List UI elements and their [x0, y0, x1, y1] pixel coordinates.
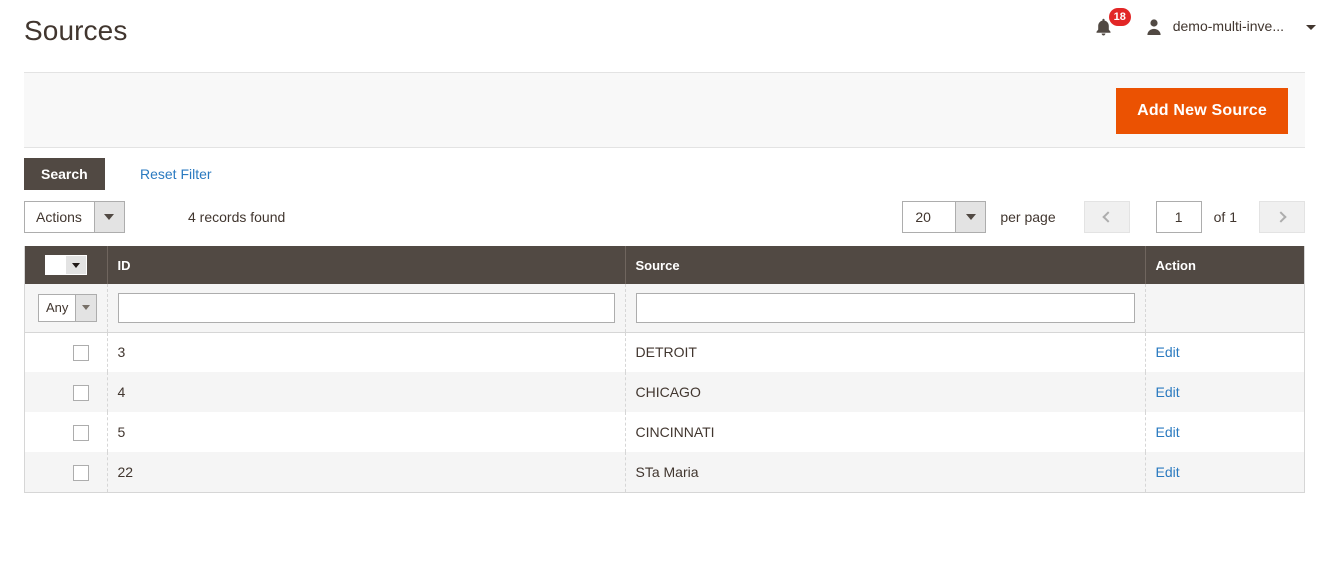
- filter-row: Any: [25, 284, 1304, 333]
- table-row[interactable]: 5 CINCINNATI Edit: [25, 412, 1304, 452]
- row-checkbox-cell: [25, 412, 108, 452]
- user-name-label: demo-multi-inve...: [1172, 18, 1284, 34]
- edit-link[interactable]: Edit: [1156, 384, 1180, 400]
- column-header-massaction: [25, 246, 108, 284]
- notification-count-badge: 18: [1108, 8, 1131, 26]
- cell-action: Edit: [1145, 372, 1304, 412]
- select-all-checkbox[interactable]: [45, 256, 66, 274]
- chevron-down-icon: [65, 256, 86, 274]
- table-header: ID Source Action: [25, 246, 1304, 284]
- per-page-label: per page: [1000, 209, 1056, 225]
- previous-page-button[interactable]: [1083, 201, 1130, 233]
- reset-filter-link[interactable]: Reset Filter: [140, 166, 212, 182]
- filter-source-input[interactable]: [635, 292, 1135, 323]
- page-number-input[interactable]: [1155, 201, 1202, 233]
- page-title: Sources: [24, 15, 128, 46]
- filter-cell-id: [107, 284, 626, 333]
- row-checkbox[interactable]: [72, 344, 89, 361]
- cell-id: 22: [107, 452, 626, 492]
- cell-id: 3: [107, 332, 626, 372]
- table-body: Any 3 DETROIT Edit 4 CHICAGO Edit 5 CINC…: [25, 284, 1304, 492]
- table-row[interactable]: 4 CHICAGO Edit: [25, 372, 1304, 412]
- pagination: 20 per page of 1: [902, 201, 1305, 233]
- cell-id: 4: [107, 372, 626, 412]
- actions-dropdown-label: Actions: [36, 209, 82, 225]
- user-menu[interactable]: demo-multi-inve...: [1141, 12, 1316, 40]
- cell-id: 5: [107, 412, 626, 452]
- edit-link[interactable]: Edit: [1156, 344, 1180, 360]
- row-checkbox-cell: [25, 332, 108, 372]
- notifications-button[interactable]: 18: [1095, 8, 1141, 40]
- chevron-right-icon: [1274, 211, 1287, 223]
- filter-cell-massaction: Any: [25, 284, 108, 333]
- per-page-value: 20: [915, 209, 931, 225]
- cell-source: CHICAGO: [625, 372, 1146, 412]
- edit-link[interactable]: Edit: [1156, 464, 1180, 480]
- chevron-down-icon: [1306, 24, 1316, 30]
- cell-action: Edit: [1145, 412, 1304, 452]
- chevron-down-icon: [75, 294, 96, 321]
- row-checkbox-cell: [25, 372, 108, 412]
- page-actions-bar: Add New Source: [24, 72, 1305, 148]
- chevron-down-icon: [93, 202, 124, 232]
- page-header: Sources 18 demo-multi-inve...: [0, 0, 1329, 72]
- header-actions: 18 demo-multi-inve...: [1095, 8, 1316, 40]
- sources-table: ID Source Action Any 3 DETROIT Edit 4 CH…: [25, 246, 1304, 492]
- column-header-action: Action: [1145, 246, 1304, 284]
- grid-toolbar: Search Reset Filter Actions 4 records fo…: [24, 148, 1305, 246]
- row-checkbox-cell: [25, 452, 108, 492]
- add-new-source-button[interactable]: Add New Source: [1116, 88, 1288, 134]
- massaction-select[interactable]: [44, 255, 87, 275]
- edit-link[interactable]: Edit: [1156, 424, 1180, 440]
- massaction-filter-dropdown[interactable]: Any: [38, 293, 97, 322]
- table-row[interactable]: 22 STa Maria Edit: [25, 452, 1304, 492]
- chevron-down-icon: [955, 202, 986, 232]
- cell-source: CINCINNATI: [625, 412, 1146, 452]
- massaction-filter-value: Any: [46, 299, 69, 315]
- row-checkbox[interactable]: [72, 464, 89, 481]
- row-checkbox[interactable]: [72, 424, 89, 441]
- cell-source: STa Maria: [625, 452, 1146, 492]
- cell-action: Edit: [1145, 452, 1304, 492]
- total-pages-label: of 1: [1213, 209, 1237, 225]
- chevron-left-icon: [1102, 211, 1114, 223]
- column-header-id[interactable]: ID: [107, 246, 626, 284]
- user-icon: [1145, 18, 1163, 36]
- filter-cell-source: [625, 284, 1146, 333]
- per-page-dropdown[interactable]: 20: [902, 201, 987, 233]
- filter-cell-action: [1145, 284, 1304, 333]
- records-found-label: 4 records found: [188, 209, 286, 225]
- column-header-source[interactable]: Source: [625, 246, 1146, 284]
- search-button[interactable]: Search: [24, 158, 105, 190]
- cell-source: DETROIT: [625, 332, 1146, 372]
- cell-action: Edit: [1145, 332, 1304, 372]
- actions-dropdown[interactable]: Actions: [24, 201, 125, 233]
- table-row[interactable]: 3 DETROIT Edit: [25, 332, 1304, 372]
- table-header-row: ID Source Action: [25, 246, 1304, 284]
- row-checkbox[interactable]: [72, 384, 89, 401]
- sources-grid: ID Source Action Any 3 DETROIT Edit 4 CH…: [24, 246, 1305, 493]
- filter-id-input[interactable]: [117, 292, 615, 323]
- next-page-button[interactable]: [1259, 201, 1305, 233]
